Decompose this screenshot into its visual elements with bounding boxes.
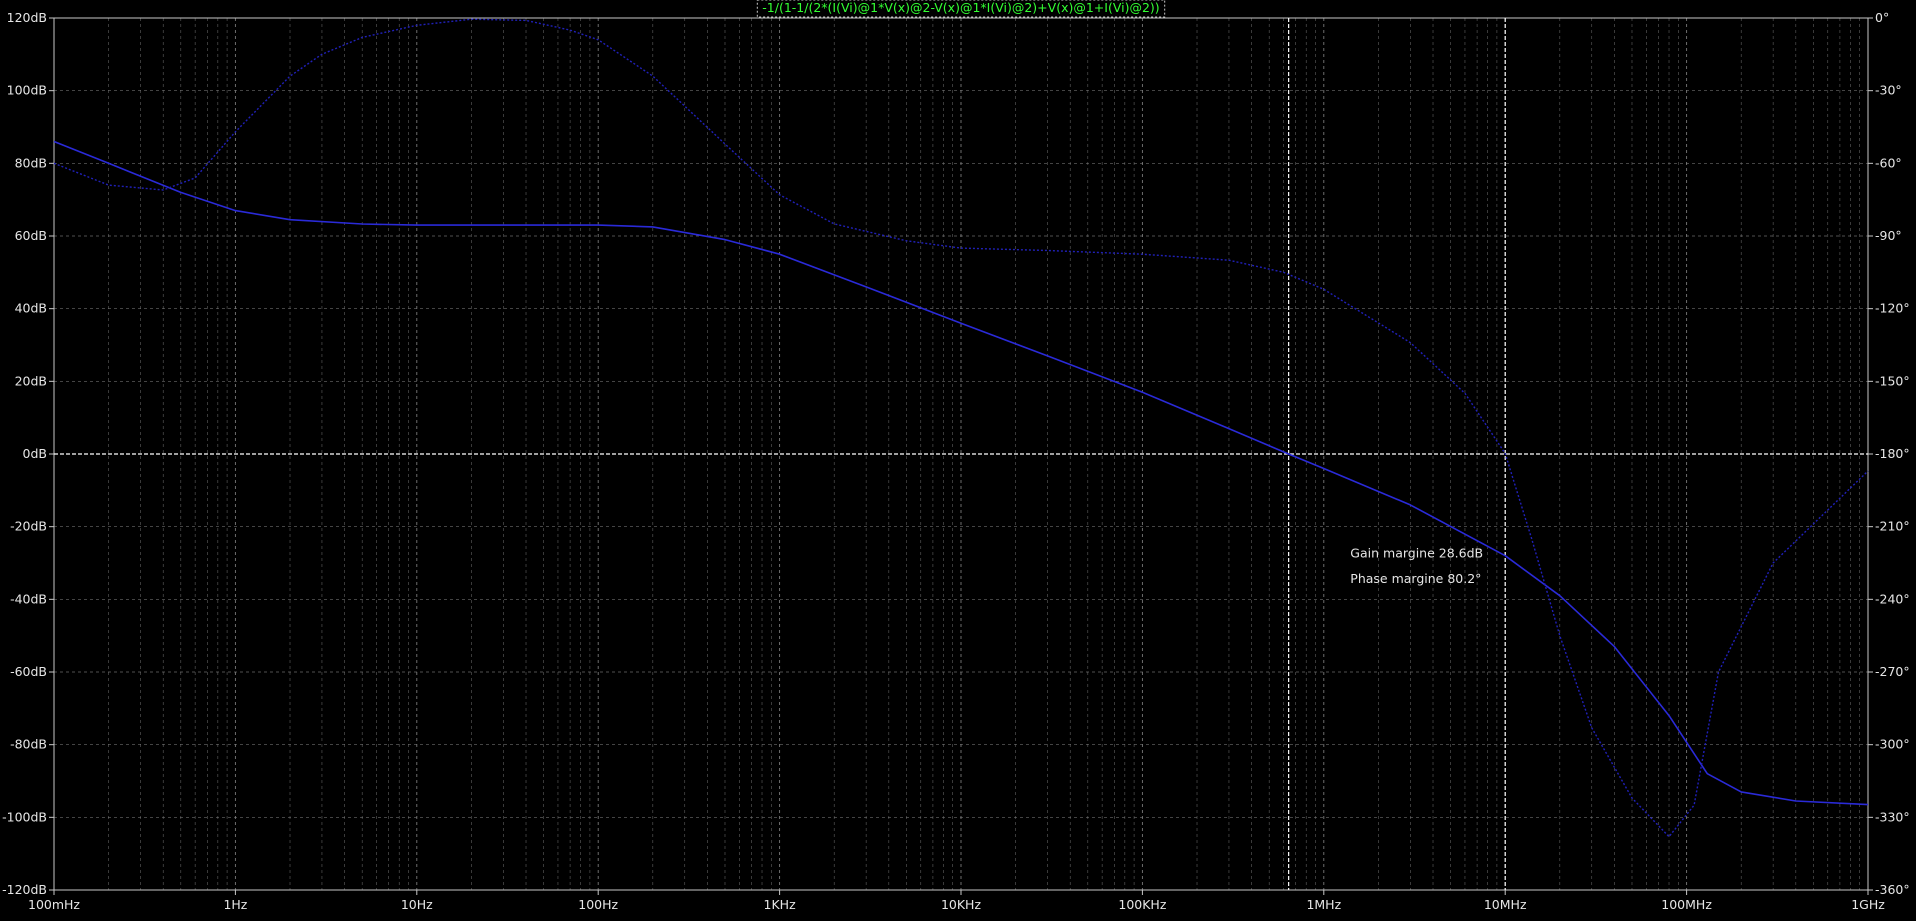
- x-tick-label: 1GHz: [1851, 897, 1885, 912]
- y-left-tick-label: -80dB: [10, 737, 47, 752]
- y-left-tick-label: -40dB: [10, 591, 47, 606]
- x-tick-label: 100MHz: [1661, 897, 1712, 912]
- x-tick-label: 10MHz: [1484, 897, 1527, 912]
- x-tick-label: 1KHz: [764, 897, 797, 912]
- y-left-tick-label: -20dB: [10, 519, 47, 534]
- y-right-tick-label: -360°: [1875, 882, 1910, 897]
- y-left-tick-label: -100dB: [2, 809, 47, 824]
- phase-margin-annotation: Phase margine 80.2°: [1350, 571, 1481, 586]
- annotations: Gain margine 28.6dB Phase margine 80.2°: [1350, 546, 1483, 586]
- x-tick-label: 1Hz: [223, 897, 247, 912]
- plot-title-text[interactable]: -1/(1-1/(2*(I(Vi)@1*V(x)@2-V(x)@1*I(Vi)@…: [762, 0, 1159, 15]
- cursors[interactable]: [54, 18, 1868, 890]
- x-tick-label: 100KHz: [1118, 897, 1166, 912]
- y-right-tick-label: -60°: [1875, 155, 1902, 170]
- y-right-tick-label: -240°: [1875, 591, 1910, 606]
- y-left-tick-label: -60dB: [10, 664, 47, 679]
- x-tick-label: 10KHz: [941, 897, 982, 912]
- y-right-tick-label: 0°: [1875, 10, 1889, 25]
- y-right-tick-label: -90°: [1875, 228, 1902, 243]
- x-tick-label: 10Hz: [401, 897, 433, 912]
- x-tick-label: 100mHz: [28, 897, 80, 912]
- y-right-tick-label: -150°: [1875, 373, 1910, 388]
- y-right-tick-label: -120°: [1875, 301, 1910, 316]
- y-left-tick-label: 40dB: [15, 301, 47, 316]
- y-left-tick-label: 0dB: [23, 446, 47, 461]
- bode-plot[interactable]: 120dB 100dB 80dB 60dB 40dB 20dB 0dB -20dB -40dB -…: [0, 0, 1916, 917]
- gain-margin-annotation: Gain margine 28.6dB: [1350, 546, 1483, 561]
- tick-labels: 120dB 100dB 80dB 60dB 40dB 20dB 0dB -20dB -40dB -…: [2, 10, 1910, 912]
- y-right-tick-label: -30°: [1875, 83, 1902, 98]
- y-left-tick-label: 100dB: [7, 83, 47, 98]
- y-right-tick-label: -330°: [1875, 809, 1910, 824]
- y-right-tick-label: -210°: [1875, 519, 1910, 534]
- plot-title[interactable]: -1/(1-1/(2*(I(Vi)@1*V(x)@2-V(x)@1*I(Vi)@…: [756, 0, 1166, 18]
- y-right-tick-label: -270°: [1875, 664, 1910, 679]
- y-right-tick-label: -180°: [1875, 446, 1910, 461]
- y-left-tick-label: 80dB: [15, 155, 47, 170]
- y-right-tick-label: -300°: [1875, 737, 1910, 752]
- y-left-tick-label: 60dB: [15, 228, 47, 243]
- x-tick-label: 1MHz: [1306, 897, 1341, 912]
- y-left-tick-label: -120dB: [2, 882, 47, 897]
- y-left-tick-label: 120dB: [7, 10, 47, 25]
- y-left-tick-label: 20dB: [15, 373, 47, 388]
- x-tick-label: 100Hz: [578, 897, 618, 912]
- plot-window[interactable]: 120dB 100dB 80dB 60dB 40dB 20dB 0dB -20dB -40dB -…: [0, 0, 1916, 917]
